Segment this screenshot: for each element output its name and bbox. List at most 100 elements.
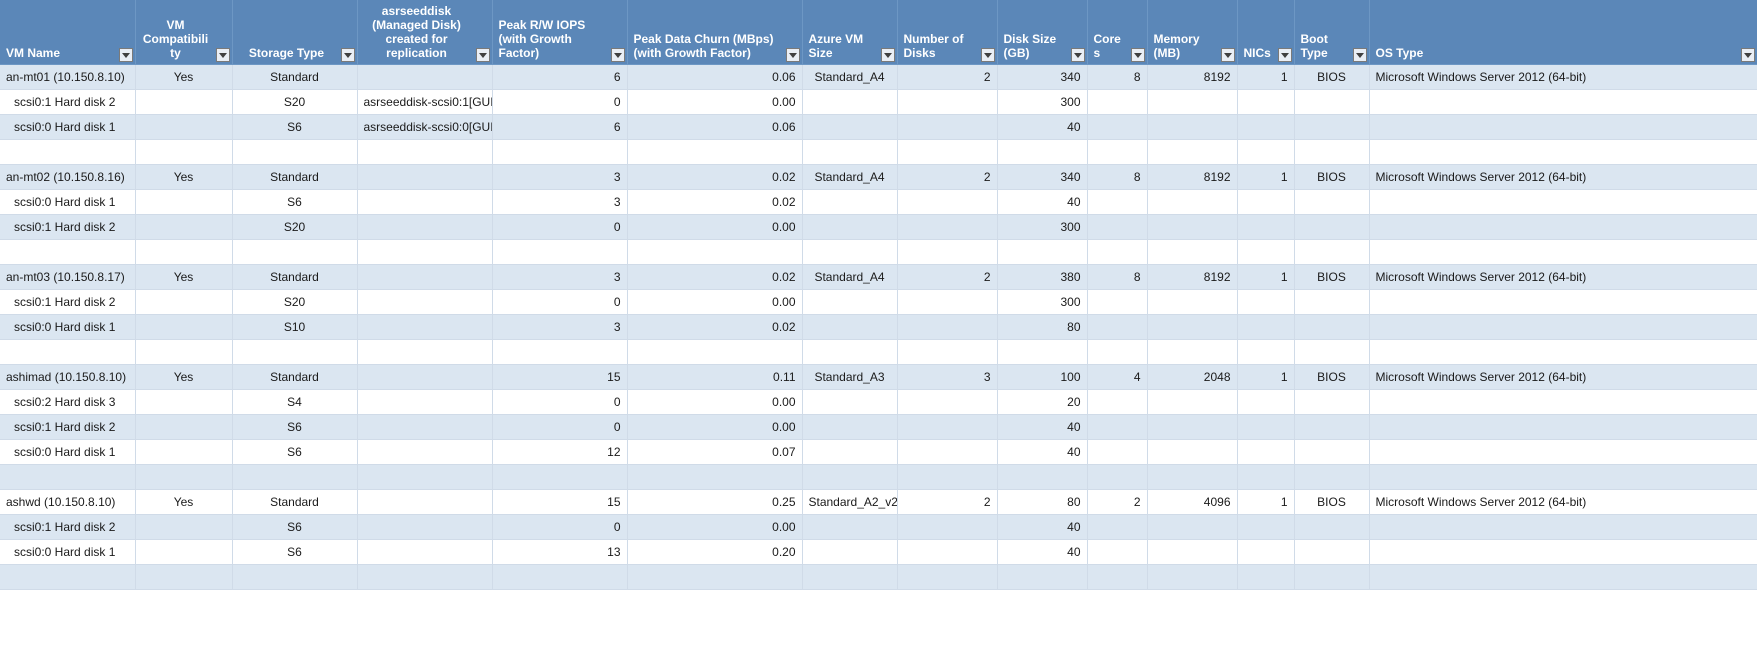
cell-churn[interactable]: 0.02 [627, 315, 802, 340]
cell-iops[interactable]: 0 [492, 290, 627, 315]
cell-ndisks[interactable] [897, 565, 997, 590]
cell-boot[interactable] [1294, 90, 1369, 115]
cell-compat[interactable] [135, 340, 232, 365]
cell-storage[interactable]: Standard [232, 265, 357, 290]
cell-nics[interactable] [1237, 565, 1294, 590]
cell-nics[interactable] [1237, 465, 1294, 490]
cell-nics[interactable] [1237, 390, 1294, 415]
cell-os[interactable]: Microsoft Windows Server 2012 (64-bit) [1369, 265, 1757, 290]
cell-vmname[interactable] [0, 565, 135, 590]
cell-boot[interactable] [1294, 140, 1369, 165]
cell-ndisks[interactable] [897, 215, 997, 240]
cell-mem[interactable] [1147, 215, 1237, 240]
cell-nics[interactable] [1237, 240, 1294, 265]
cell-nics[interactable] [1237, 290, 1294, 315]
cell-cores[interactable] [1087, 465, 1147, 490]
cell-storage[interactable] [232, 465, 357, 490]
cell-seeddisk[interactable] [357, 465, 492, 490]
cell-mem[interactable] [1147, 515, 1237, 540]
cell-boot[interactable]: BIOS [1294, 365, 1369, 390]
cell-mem[interactable] [1147, 190, 1237, 215]
cell-os[interactable] [1369, 140, 1757, 165]
cell-os[interactable] [1369, 390, 1757, 415]
cell-seeddisk[interactable] [357, 515, 492, 540]
cell-churn[interactable] [627, 240, 802, 265]
cell-azsize[interactable] [802, 515, 897, 540]
cell-vmname[interactable] [0, 465, 135, 490]
cell-iops[interactable]: 0 [492, 90, 627, 115]
cell-nics[interactable]: 1 [1237, 265, 1294, 290]
cell-boot[interactable] [1294, 565, 1369, 590]
cell-vmname[interactable]: scsi0:0 Hard disk 1 [0, 190, 135, 215]
cell-seeddisk[interactable] [357, 215, 492, 240]
cell-mem[interactable] [1147, 315, 1237, 340]
cell-cores[interactable] [1087, 440, 1147, 465]
cell-compat[interactable] [135, 390, 232, 415]
cell-dsize[interactable]: 40 [997, 515, 1087, 540]
cell-seeddisk[interactable] [357, 415, 492, 440]
filter-dropdown-icon[interactable] [981, 48, 995, 62]
cell-vmname[interactable]: scsi0:1 Hard disk 2 [0, 290, 135, 315]
cell-boot[interactable] [1294, 540, 1369, 565]
cell-nics[interactable]: 1 [1237, 365, 1294, 390]
cell-iops[interactable]: 0 [492, 415, 627, 440]
cell-os[interactable]: Microsoft Windows Server 2012 (64-bit) [1369, 490, 1757, 515]
cell-seeddisk[interactable] [357, 340, 492, 365]
cell-vmname[interactable] [0, 340, 135, 365]
cell-compat[interactable]: Yes [135, 490, 232, 515]
cell-compat[interactable]: Yes [135, 65, 232, 90]
column-header-iops[interactable]: Peak R/W IOPS (with Growth Factor) [492, 0, 627, 65]
cell-storage[interactable] [232, 140, 357, 165]
column-header-azsize[interactable]: Azure VM Size [802, 0, 897, 65]
cell-mem[interactable] [1147, 340, 1237, 365]
cell-iops[interactable]: 12 [492, 440, 627, 465]
cell-nics[interactable] [1237, 515, 1294, 540]
filter-dropdown-icon[interactable] [119, 48, 133, 62]
filter-dropdown-icon[interactable] [341, 48, 355, 62]
cell-azsize[interactable] [802, 115, 897, 140]
cell-compat[interactable] [135, 115, 232, 140]
cell-vmname[interactable]: scsi0:1 Hard disk 2 [0, 415, 135, 440]
cell-iops[interactable]: 13 [492, 540, 627, 565]
cell-iops[interactable]: 0 [492, 215, 627, 240]
cell-cores[interactable] [1087, 515, 1147, 540]
cell-seeddisk[interactable] [357, 165, 492, 190]
cell-churn[interactable] [627, 340, 802, 365]
cell-ndisks[interactable] [897, 290, 997, 315]
cell-ndisks[interactable] [897, 465, 997, 490]
cell-nics[interactable] [1237, 415, 1294, 440]
cell-nics[interactable] [1237, 215, 1294, 240]
cell-mem[interactable] [1147, 565, 1237, 590]
cell-cores[interactable] [1087, 190, 1147, 215]
cell-nics[interactable] [1237, 140, 1294, 165]
cell-seeddisk[interactable] [357, 365, 492, 390]
cell-vmname[interactable]: ashimad (10.150.8.10) [0, 365, 135, 390]
cell-nics[interactable] [1237, 190, 1294, 215]
cell-vmname[interactable] [0, 240, 135, 265]
cell-boot[interactable] [1294, 290, 1369, 315]
cell-vmname[interactable]: scsi0:1 Hard disk 2 [0, 215, 135, 240]
cell-iops[interactable] [492, 565, 627, 590]
cell-cores[interactable] [1087, 140, 1147, 165]
cell-os[interactable] [1369, 465, 1757, 490]
cell-boot[interactable] [1294, 315, 1369, 340]
cell-iops[interactable] [492, 340, 627, 365]
cell-os[interactable] [1369, 215, 1757, 240]
cell-dsize[interactable]: 380 [997, 265, 1087, 290]
cell-iops[interactable]: 3 [492, 265, 627, 290]
cell-ndisks[interactable]: 2 [897, 490, 997, 515]
filter-dropdown-icon[interactable] [881, 48, 895, 62]
cell-boot[interactable]: BIOS [1294, 165, 1369, 190]
filter-dropdown-icon[interactable] [1353, 48, 1367, 62]
cell-storage[interactable]: S6 [232, 415, 357, 440]
cell-storage[interactable]: S20 [232, 90, 357, 115]
cell-mem[interactable] [1147, 440, 1237, 465]
cell-ndisks[interactable] [897, 315, 997, 340]
cell-dsize[interactable]: 20 [997, 390, 1087, 415]
cell-seeddisk[interactable] [357, 540, 492, 565]
cell-storage[interactable]: S20 [232, 290, 357, 315]
cell-seeddisk[interactable] [357, 440, 492, 465]
cell-churn[interactable] [627, 465, 802, 490]
cell-dsize[interactable]: 300 [997, 290, 1087, 315]
filter-dropdown-icon[interactable] [1071, 48, 1085, 62]
